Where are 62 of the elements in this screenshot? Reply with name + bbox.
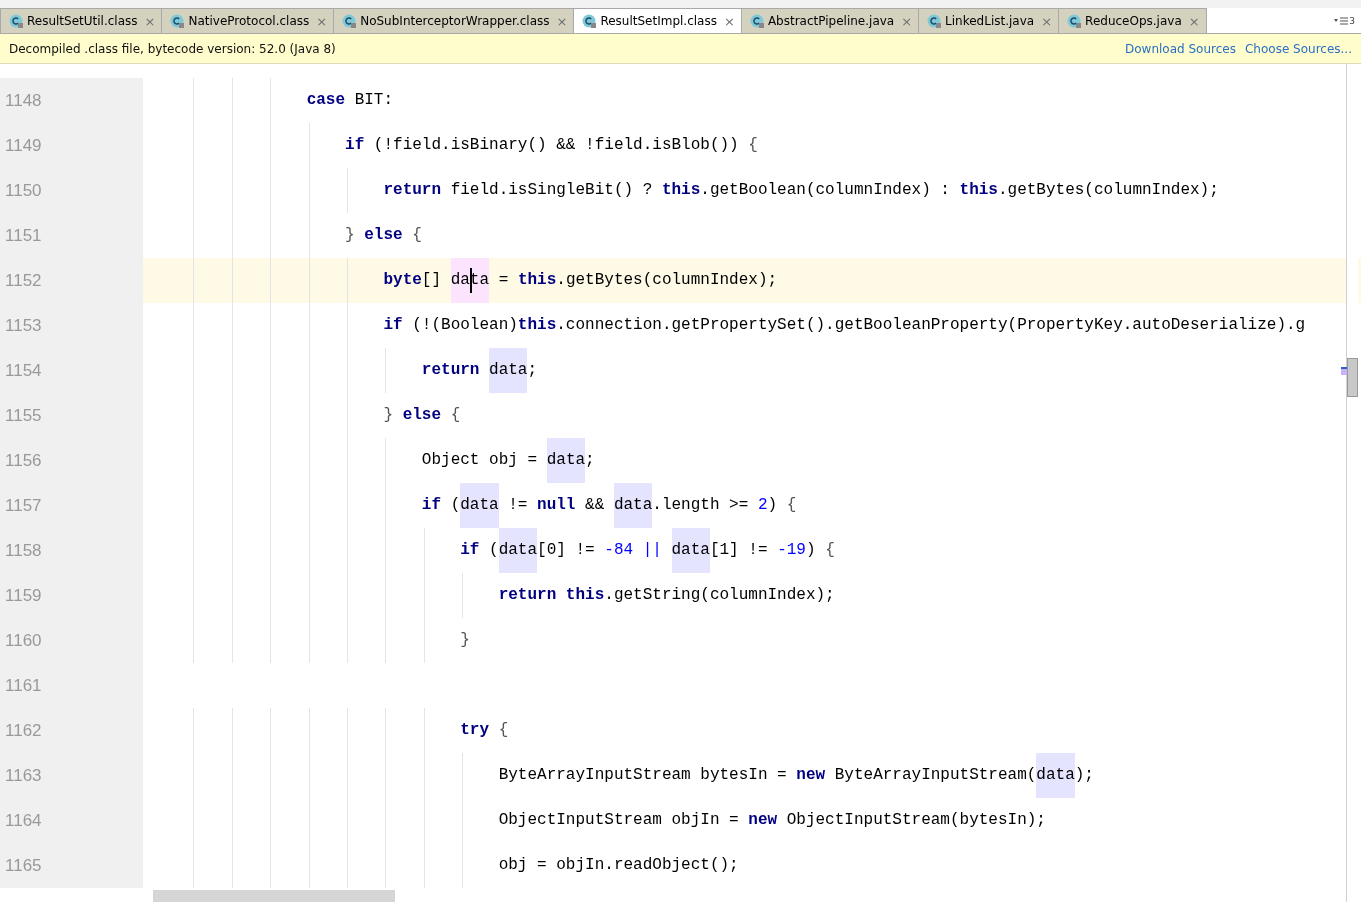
banner-link[interactable]: Download Sources [1125,41,1236,56]
class-file-icon [342,13,358,29]
line-number: 1164 [0,798,143,843]
banner-link[interactable]: Choose Sources... [1244,41,1352,56]
class-file-icon [927,13,943,29]
line-number: 1157 [0,483,143,528]
code-line: } [143,618,1361,663]
line-number: 1163 [0,753,143,798]
line-number: 1154 [0,348,143,393]
code-line: return field.isSingleBit() ? this.getBoolean(columnIndex) : this.getBytes(columnIndex); [143,168,1361,213]
editor-tab[interactable]: ReduceOps.java × [1058,8,1207,33]
close-icon[interactable]: × [724,13,735,29]
line-number: 1165 [0,843,143,888]
editor-tab[interactable]: LinkedList.java × [918,8,1060,33]
close-icon[interactable]: × [901,13,913,29]
code-line: if (data != null && data.length >= 2) { [143,483,1361,528]
editor-tab[interactable]: NoSubInterceptorWrapper.class × [333,8,575,33]
line-number: 1152 [0,258,143,303]
vertical-scrollbar[interactable] [1346,64,1358,902]
close-icon[interactable]: × [316,13,328,29]
class-file-icon [1067,13,1083,29]
editor-tab[interactable]: ResultSetUtil.class × [0,8,163,33]
code-line: return data; [143,348,1361,393]
code-line: Object obj = data; [143,438,1361,483]
code-line: try { [143,708,1361,753]
line-number: 1161 [0,663,143,708]
close-icon[interactable]: × [1188,13,1200,29]
close-icon[interactable]: × [144,13,156,29]
list-icon [1334,17,1349,25]
line-number: 1149 [0,123,143,168]
line-number: 1151 [0,213,143,258]
code-line: } else { [143,213,1361,258]
code-line: ByteArrayInputStream bytesIn = new ByteArrayInputStream(data); [143,753,1361,798]
code-line: } else { [143,393,1361,438]
code-line: if (!(Boolean)this.connection.getPropertySet().getBooleanProperty(PropertyKey.autoDeserialize).g [143,303,1361,348]
banner-message: Decompiled .class file, bytecode version: 52.0 (Java 8) [9,41,336,56]
line-number: 1160 [0,618,143,663]
line-number: 1153 [0,303,143,348]
editor-tab[interactable]: AbstractPipeline.java × [740,8,920,33]
close-icon[interactable]: × [556,13,568,29]
code-line: case BIT: [143,78,1361,123]
class-file-icon [9,13,24,29]
line-number: 1150 [0,168,143,213]
line-number: 1148 [0,78,143,123]
line-number: 1159 [0,573,143,618]
line-number: 1158 [0,528,143,573]
error-stripe-marker [1341,367,1347,375]
editor-tab[interactable]: NativeProtocol.class × [161,8,335,33]
code-line: return this.getString(columnIndex); [143,573,1361,618]
class-file-icon [749,13,765,29]
code-line: ObjectInputStream objIn = new ObjectInputStream(bytesIn); [143,798,1361,843]
horizontal-scrollbar[interactable] [153,890,395,902]
close-icon[interactable]: × [1041,13,1053,29]
code-line: obj = objIn.readObject(); [143,843,1361,888]
line-number: 1156 [0,438,143,483]
line-number: 1162 [0,708,143,753]
class-file-icon [582,13,598,29]
class-file-icon [170,13,186,29]
code-line: if (!field.isBinary() && !field.isBlob()) { [143,123,1361,168]
line-number: 1155 [0,393,143,438]
code-line: if (data[0] != -84 || data[1] != -19) { [143,528,1361,573]
tab-overflow-menu[interactable]: 3 [1334,9,1361,33]
